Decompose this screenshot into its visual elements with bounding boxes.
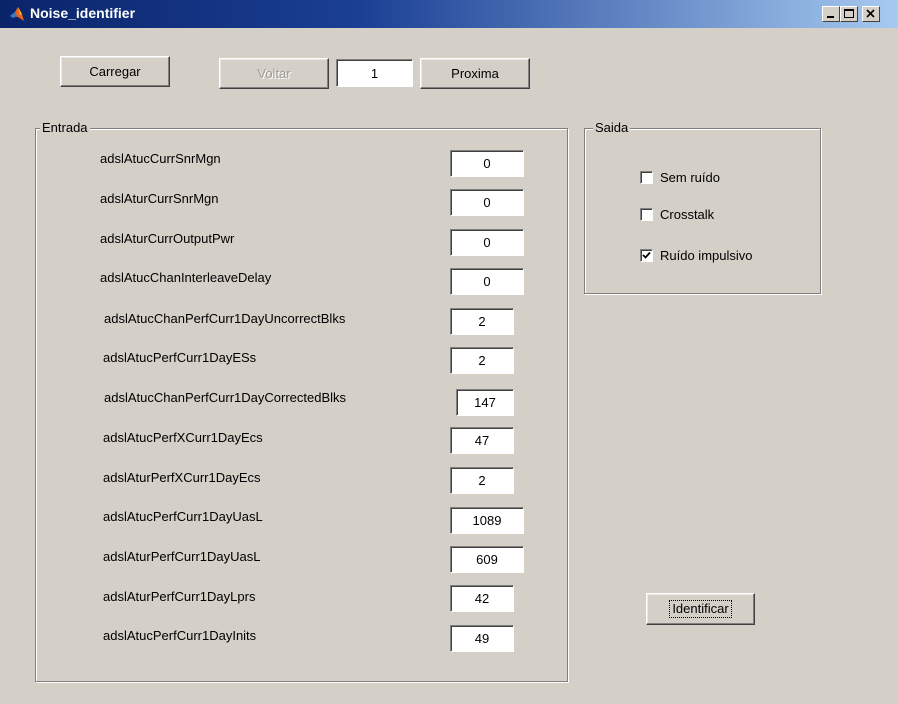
field-value[interactable]: 0 <box>450 268 524 295</box>
field-label: adslAturPerfCurr1DayLprs <box>103 589 256 604</box>
field-value[interactable]: 49 <box>450 625 514 652</box>
field-value[interactable]: 609 <box>450 546 524 573</box>
checkbox-checked[interactable] <box>640 249 653 262</box>
field-label: adslAtucChanPerfCurr1DayCorrectedBlks <box>104 390 347 405</box>
title-bar[interactable]: Noise_identifier <box>0 0 898 28</box>
maximize-icon <box>844 9 854 18</box>
field-label: adslAtucPerfCurr1DayESs <box>103 350 257 365</box>
field-value[interactable]: 2 <box>450 308 514 335</box>
saida-title: Saida <box>593 120 631 136</box>
field-label: adslAtucCurrSnrMgn <box>100 151 221 166</box>
field-label: adslAtucPerfCurr1DayInits <box>103 628 257 643</box>
field-value[interactable]: 47 <box>450 427 514 454</box>
field-label: adslAturPerfCurr1DayUasL <box>103 549 261 564</box>
field-label: adslAtucPerfCurr1DayUasL <box>103 509 263 524</box>
field-value[interactable]: 0 <box>450 150 524 177</box>
field-label: adslAturCurrOutputPwr <box>100 231 235 246</box>
field-label: adslAturPerfXCurr1DayEcs <box>103 470 261 485</box>
minimize-icon <box>827 16 834 18</box>
option-label: Ruído impulsivo <box>660 248 753 263</box>
back-button[interactable]: Voltar <box>219 58 329 89</box>
close-button[interactable] <box>862 6 880 22</box>
field-value[interactable]: 2 <box>450 347 514 374</box>
field-value[interactable]: 0 <box>450 189 524 216</box>
maximize-button[interactable] <box>840 6 858 22</box>
identify-label: Identificar <box>669 600 732 618</box>
record-index-field[interactable]: 1 <box>336 59 413 87</box>
field-label: adslAtucPerfXCurr1DayEcs <box>103 430 263 445</box>
checkbox[interactable] <box>640 171 653 184</box>
entrada-title: Entrada <box>40 120 90 136</box>
field-label: adslAtucChanInterleaveDelay <box>100 270 272 285</box>
field-value[interactable]: 1089 <box>450 507 524 534</box>
close-icon <box>866 9 875 18</box>
identify-button[interactable]: Identificar <box>646 593 755 625</box>
field-value[interactable]: 2 <box>450 467 514 494</box>
option-label: Sem ruído <box>660 170 720 185</box>
option-label: Crosstalk <box>660 207 715 222</box>
window-title: Noise_identifier <box>30 5 136 21</box>
field-value[interactable]: 147 <box>456 389 514 416</box>
minimize-button[interactable] <box>822 6 840 22</box>
matlab-icon <box>10 7 24 21</box>
load-button[interactable]: Carregar <box>60 56 170 87</box>
field-value[interactable]: 0 <box>450 229 524 256</box>
checkbox[interactable] <box>640 208 653 221</box>
next-button[interactable]: Proxima <box>420 58 530 89</box>
field-label: adslAturCurrSnrMgn <box>100 191 219 206</box>
field-label: adslAtucChanPerfCurr1DayUncorrectBlks <box>104 311 346 326</box>
field-value[interactable]: 42 <box>450 585 514 612</box>
checkmark-icon <box>642 251 651 259</box>
